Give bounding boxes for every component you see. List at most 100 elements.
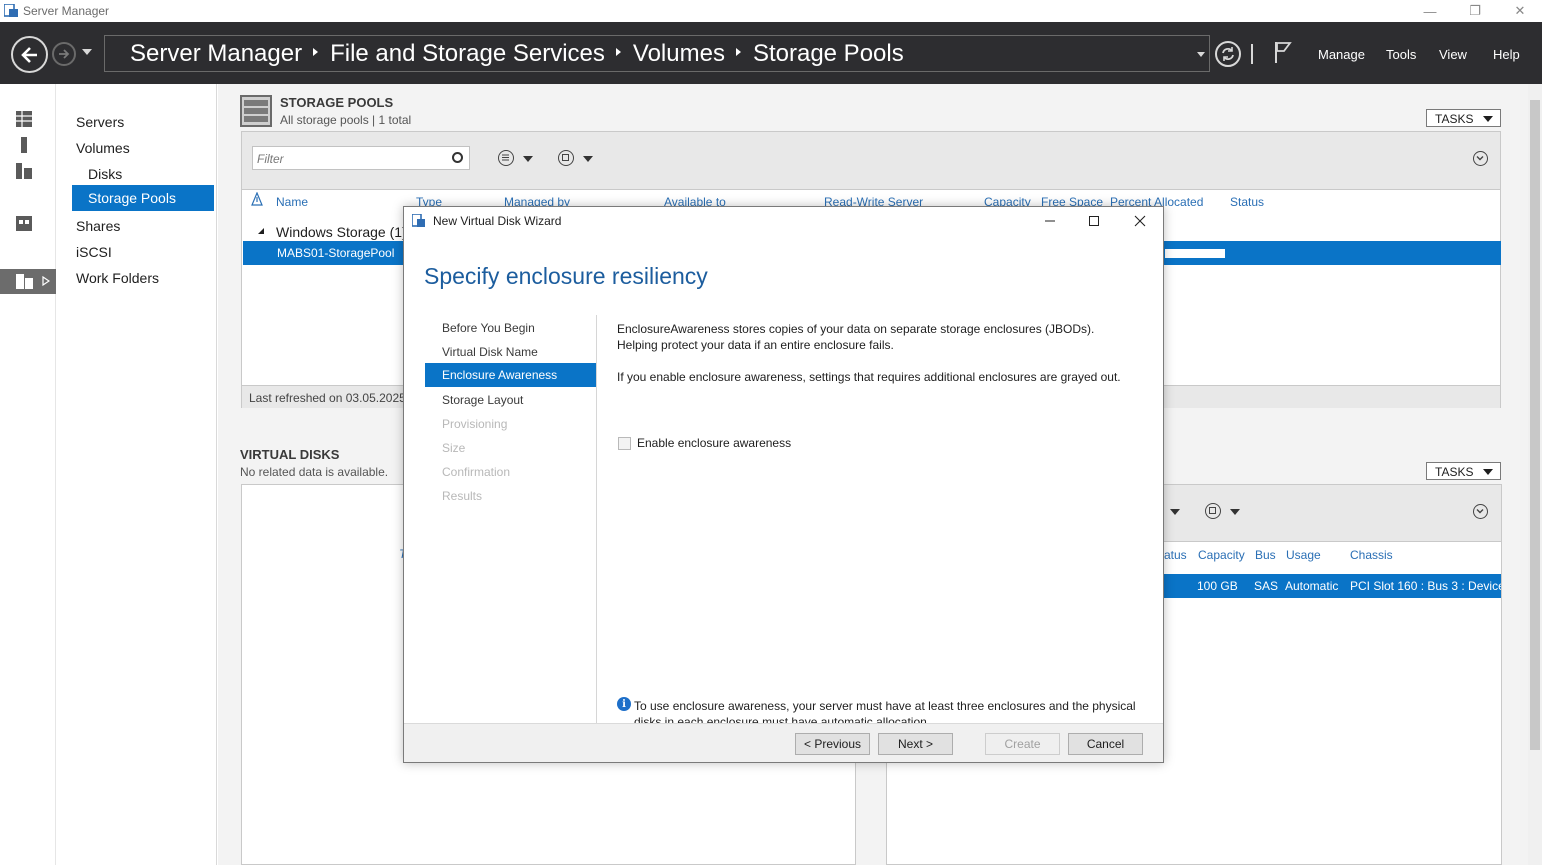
- wizard-maximize-button[interactable]: [1084, 211, 1104, 231]
- header-bar: Server Manager File and Storage Services…: [0, 22, 1542, 84]
- window-title: Server Manager: [23, 4, 110, 18]
- next-button[interactable]: Next >: [878, 733, 953, 755]
- back-button[interactable]: [11, 36, 48, 73]
- forward-button[interactable]: [52, 42, 76, 66]
- wizard-close-button[interactable]: [1130, 211, 1150, 231]
- save-query-button[interactable]: [558, 150, 574, 166]
- chevron-right-icon: [313, 48, 319, 56]
- group-label: Windows Storage (1): [276, 224, 407, 240]
- step-storage-layout[interactable]: Storage Layout: [442, 393, 523, 407]
- step-enclosure-awareness[interactable]: Enclosure Awareness: [425, 363, 596, 387]
- nav-item-storage-pools[interactable]: Storage Pools: [72, 185, 214, 211]
- list-view-dropdown[interactable]: [1170, 509, 1180, 515]
- column-header-chassis[interactable]: Chassis: [1350, 548, 1393, 562]
- wizard-titlebar: New Virtual Disk Wizard: [404, 207, 1163, 235]
- menu-help[interactable]: Help: [1493, 47, 1520, 62]
- breadcrumb-volumes[interactable]: Volumes: [633, 40, 725, 68]
- local-server-icon[interactable]: [15, 136, 33, 154]
- step-size: Size: [442, 441, 466, 455]
- chevron-right-icon: [735, 48, 741, 56]
- breadcrumb-file-storage[interactable]: File and Storage Services: [330, 40, 605, 68]
- tasks-label: TASKS: [1435, 465, 1474, 479]
- pool-name: MABS01-StoragePool: [277, 246, 395, 260]
- breadcrumb-server-manager[interactable]: Server Manager: [130, 40, 302, 68]
- server-manager-app-icon: [412, 214, 425, 227]
- filter-placeholder: Filter: [257, 152, 284, 166]
- storage-pools-subtitle: All storage pools | 1 total: [280, 113, 412, 127]
- create-button: Create: [985, 733, 1060, 755]
- storage-pools-title: STORAGE POOLS: [280, 95, 394, 110]
- close-icon: [1134, 215, 1146, 227]
- nav-item-iscsi[interactable]: iSCSI: [76, 244, 112, 260]
- column-header-capacity[interactable]: Capacity: [1198, 548, 1245, 562]
- collapse-button[interactable]: [1473, 151, 1488, 166]
- scrollbar-thumb[interactable]: [1530, 100, 1540, 750]
- column-header-status[interactable]: Status: [1230, 195, 1264, 209]
- step-virtual-disk-name[interactable]: Virtual Disk Name: [442, 345, 538, 359]
- disk-stack-icon: [244, 100, 268, 122]
- history-dropdown[interactable]: [82, 49, 92, 55]
- column-header-bus[interactable]: Bus: [1255, 548, 1276, 562]
- wizard-heading: Specify enclosure resiliency: [424, 263, 708, 289]
- column-header-usage[interactable]: Usage: [1286, 548, 1321, 562]
- step-label: Enclosure Awareness: [442, 368, 558, 382]
- notifications-flag-icon[interactable]: [1273, 40, 1293, 64]
- breadcrumb-dropdown[interactable]: [1197, 52, 1205, 57]
- wizard-title: New Virtual Disk Wizard: [433, 214, 562, 228]
- list-view-button[interactable]: [498, 150, 514, 166]
- disk-bus: SAS: [1254, 579, 1279, 593]
- iis-icon[interactable]: [15, 214, 33, 232]
- disk-capacity: 100 GB: [1197, 579, 1238, 593]
- step-before-you-begin[interactable]: Before You Begin: [442, 321, 535, 335]
- list-view-dropdown[interactable]: [523, 156, 533, 162]
- expand-arrow-icon: [42, 276, 50, 286]
- navigation-pane: Servers Volumes Disks Storage Pools Shar…: [57, 84, 217, 865]
- physical-disks-tasks-button[interactable]: TASKS: [1426, 462, 1501, 480]
- menu-view[interactable]: View: [1439, 47, 1467, 62]
- restore-button[interactable]: ❐: [1452, 0, 1498, 22]
- arrow-left-icon: [20, 46, 37, 63]
- chevron-right-icon: [615, 48, 621, 56]
- virtual-disks-title: VIRTUAL DISKS: [240, 447, 340, 462]
- cancel-button[interactable]: Cancel: [1068, 733, 1143, 755]
- save-query-dropdown[interactable]: [1230, 509, 1240, 515]
- menu-manage[interactable]: Manage: [1318, 47, 1365, 62]
- tasks-label: TASKS: [1435, 112, 1474, 126]
- nav-item-shares[interactable]: Shares: [76, 218, 120, 234]
- chevron-down-icon: [1483, 116, 1493, 122]
- disk-usage: Automatic: [1285, 579, 1339, 593]
- nav-item-servers[interactable]: Servers: [76, 114, 124, 130]
- wizard-minimize-button[interactable]: [1040, 211, 1060, 231]
- previous-button[interactable]: < Previous: [795, 733, 870, 755]
- enable-enclosure-awareness-label[interactable]: Enable enclosure awareness: [637, 436, 791, 450]
- enable-enclosure-awareness-checkbox[interactable]: [618, 437, 631, 450]
- collapse-triangle-icon[interactable]: [257, 227, 265, 235]
- server-manager-app-icon: [4, 4, 18, 17]
- vertical-scrollbar[interactable]: [1528, 84, 1542, 865]
- search-icon[interactable]: [452, 152, 463, 163]
- minimize-button[interactable]: —: [1407, 0, 1453, 22]
- save-query-button[interactable]: [1205, 503, 1221, 519]
- save-query-dropdown[interactable]: [583, 156, 593, 162]
- rail-active-item[interactable]: [0, 269, 56, 294]
- dashboard-icon[interactable]: [15, 110, 33, 128]
- collapse-button[interactable]: [1473, 504, 1488, 519]
- refresh-button[interactable]: [1215, 41, 1241, 67]
- column-header-name[interactable]: Name: [276, 195, 308, 209]
- menu-tools[interactable]: Tools: [1386, 47, 1416, 62]
- nav-item-work-folders[interactable]: Work Folders: [76, 270, 159, 286]
- storage-pools-tasks-button[interactable]: TASKS: [1426, 109, 1501, 127]
- nav-item-disks[interactable]: Disks: [88, 166, 122, 182]
- icon-rail: [0, 84, 56, 865]
- warning-sort-icon[interactable]: [251, 192, 263, 208]
- save-icon: [562, 154, 569, 161]
- column-header-status[interactable]: atus: [1164, 548, 1187, 562]
- filter-input[interactable]: Filter: [252, 146, 470, 170]
- minimize-icon: [1045, 220, 1055, 222]
- virtual-disks-subtitle: No related data is available.: [240, 465, 389, 479]
- all-servers-icon[interactable]: [15, 162, 33, 180]
- close-button[interactable]: ✕: [1497, 0, 1542, 22]
- step-confirmation: Confirmation: [442, 465, 511, 479]
- nav-item-volumes[interactable]: Volumes: [76, 140, 130, 156]
- breadcrumb-storage-pools[interactable]: Storage Pools: [753, 40, 904, 68]
